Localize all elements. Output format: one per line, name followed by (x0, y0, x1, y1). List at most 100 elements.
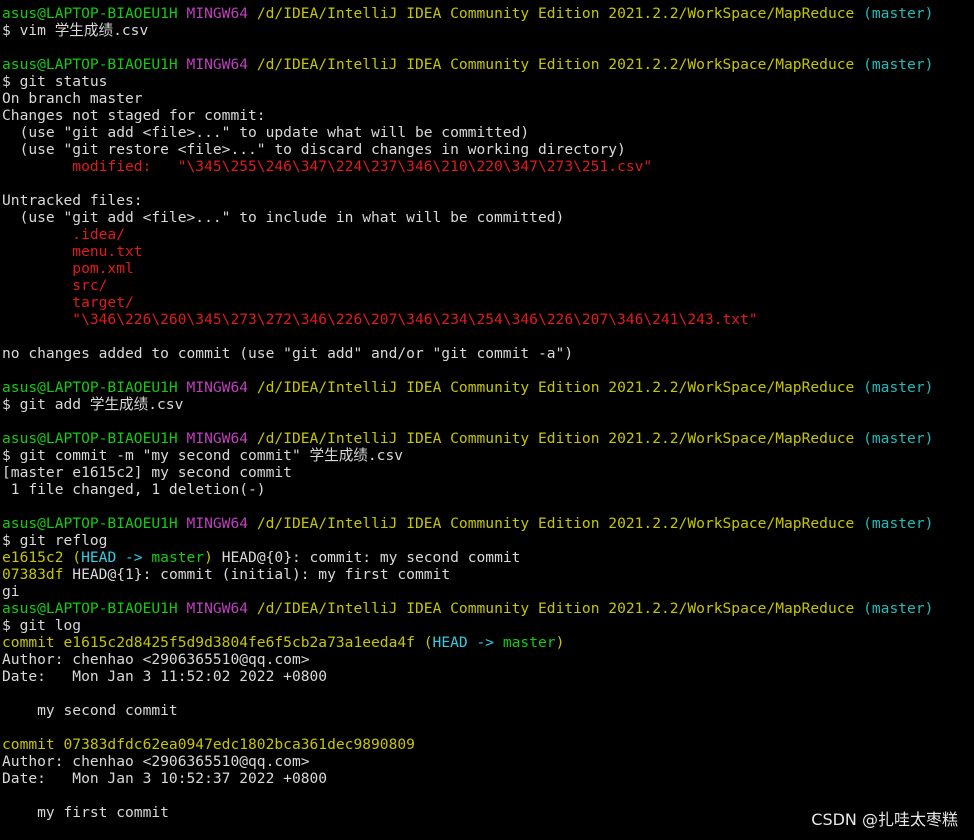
text-segment: $ git log (2, 617, 82, 634)
prompt-user-host: asus@LAPTOP-BIAOEU1H (2, 600, 178, 617)
output-line: On branch master (2, 90, 974, 107)
output-line: "\346\226\260\345\273\272\346\226\207\34… (2, 311, 974, 328)
text-segment: (use "git restore <file>..." to discard … (2, 141, 626, 158)
output-line: .idea/ (2, 226, 974, 243)
text-segment: .idea/ (2, 226, 126, 243)
text-segment: Date: Mon Jan 3 10:52:37 2022 +0800 (2, 770, 328, 787)
text-segment: no changes added to commit (use "git add… (2, 345, 574, 362)
prompt-system: MINGW64 (186, 56, 249, 73)
output-line: Date: Mon Jan 3 10:52:37 2022 +0800 (2, 770, 974, 787)
prompt-path: /d/IDEA/IntelliJ IDEA Community Edition … (256, 56, 855, 73)
csdn-watermark: CSDN @扎哇太枣糕 (811, 810, 958, 829)
text-segment: $ git reflog (2, 532, 108, 549)
text-segment: master (502, 634, 556, 651)
text-segment: master (151, 549, 205, 566)
text-segment: commit e1615c2d8425f5d9d3804fe6f5cb2a73a… (2, 634, 424, 651)
prompt-branch: (master) (863, 430, 934, 447)
shell-prompt: asus@LAPTOP-BIAOEU1H MINGW64 /d/IDEA/Int… (2, 430, 974, 447)
text-segment: $ git add 学生成绩.csv (2, 396, 184, 413)
text-segment: $ git status (2, 73, 108, 90)
shell-prompt: asus@LAPTOP-BIAOEU1H MINGW64 /d/IDEA/Int… (2, 5, 974, 22)
prompt-user-host: asus@LAPTOP-BIAOEU1H (2, 515, 178, 532)
output-line: $ git log (2, 617, 974, 634)
shell-prompt: asus@LAPTOP-BIAOEU1H MINGW64 /d/IDEA/Int… (2, 379, 974, 396)
output-line: $ git reflog (2, 532, 974, 549)
prompt-system: MINGW64 (186, 600, 249, 617)
output-line: [master e1615c2] my second commit (2, 464, 974, 481)
text-segment: HEAD -> (81, 549, 152, 566)
text-segment: src/ (2, 277, 108, 294)
prompt-user-host: asus@LAPTOP-BIAOEU1H (2, 430, 178, 447)
text-segment: 07383df (2, 566, 73, 583)
text-segment: my first commit (2, 804, 169, 821)
text-segment: menu.txt (2, 243, 143, 260)
output-line: src/ (2, 277, 974, 294)
output-line: commit 07383dfdc62ea0947edc1802bca361dec… (2, 736, 974, 753)
text-segment: ) (204, 549, 213, 566)
output-line: modified: "\345\255\246\347\224\237\346\… (2, 158, 974, 175)
output-line: $ git commit -m "my second commit" 学生成绩.… (2, 447, 974, 464)
prompt-branch: (master) (863, 379, 934, 396)
output-line: commit e1615c2d8425f5d9d3804fe6f5cb2a73a… (2, 634, 974, 651)
output-line: Author: chenhao <2906365510@qq.com> (2, 753, 974, 770)
text-segment: ( (72, 549, 82, 566)
prompt-branch: (master) (863, 515, 934, 532)
prompt-user-host: asus@LAPTOP-BIAOEU1H (2, 379, 178, 396)
text-segment: $ git commit -m "my second commit" 学生成绩.… (2, 447, 404, 464)
output-line: gi (2, 583, 974, 600)
text-segment: Changes not staged for commit: (2, 107, 266, 124)
terminal-output[interactable]: asus@LAPTOP-BIAOEU1H MINGW64 /d/IDEA/Int… (2, 5, 974, 821)
output-line: (use "git add <file>..." to update what … (2, 124, 974, 141)
text-segment: Author: chenhao <2906365510@qq.com> (2, 651, 310, 668)
text-segment: ( (423, 634, 433, 651)
output-line: menu.txt (2, 243, 974, 260)
output-line: pom.xml (2, 260, 974, 277)
prompt-system: MINGW64 (186, 5, 249, 22)
prompt-path: /d/IDEA/IntelliJ IDEA Community Edition … (256, 5, 855, 22)
output-line: $ vim 学生成绩.csv (2, 22, 974, 39)
prompt-branch: (master) (863, 5, 934, 22)
output-line: 07383df HEAD@{1}: commit (initial): my f… (2, 566, 974, 583)
text-segment: [master e1615c2] my second commit (2, 464, 292, 481)
text-segment: Date: Mon Jan 3 11:52:02 2022 +0800 (2, 668, 328, 685)
output-line: Changes not staged for commit: (2, 107, 974, 124)
text-segment: Author: chenhao <2906365510@qq.com> (2, 753, 310, 770)
prompt-branch: (master) (863, 56, 934, 73)
prompt-path: /d/IDEA/IntelliJ IDEA Community Edition … (256, 600, 855, 617)
text-segment: gi (2, 583, 20, 600)
text-segment: my second commit (2, 702, 178, 719)
output-line: $ git status (2, 73, 974, 90)
output-line: Date: Mon Jan 3 11:52:02 2022 +0800 (2, 668, 974, 685)
text-segment: target/ (2, 294, 134, 311)
prompt-system: MINGW64 (186, 515, 249, 532)
text-segment: commit 07383dfdc62ea0947edc1802bca361dec… (2, 736, 415, 753)
prompt-path: /d/IDEA/IntelliJ IDEA Community Edition … (256, 379, 855, 396)
output-line: (use "git restore <file>..." to discard … (2, 141, 974, 158)
prompt-path: /d/IDEA/IntelliJ IDEA Community Edition … (256, 430, 855, 447)
output-line: Untracked files: (2, 192, 974, 209)
output-line: Author: chenhao <2906365510@qq.com> (2, 651, 974, 668)
output-line: $ git add 学生成绩.csv (2, 396, 974, 413)
text-segment: e1615c2 (2, 549, 73, 566)
text-segment: ) (555, 634, 565, 651)
text-segment: HEAD@{1}: commit (initial): my first com… (72, 566, 451, 583)
text-segment: Untracked files: (2, 192, 143, 209)
text-segment: On branch master (2, 90, 143, 107)
shell-prompt: asus@LAPTOP-BIAOEU1H MINGW64 /d/IDEA/Int… (2, 515, 974, 532)
text-segment: (use "git add <file>..." to include in w… (2, 209, 565, 226)
text-segment: HEAD@{0}: commit: my second commit (212, 549, 521, 566)
text-segment: (use "git add <file>..." to update what … (2, 124, 530, 141)
text-segment: HEAD -> (432, 634, 503, 651)
prompt-path: /d/IDEA/IntelliJ IDEA Community Edition … (256, 515, 855, 532)
output-line: target/ (2, 294, 974, 311)
output-line: (use "git add <file>..." to include in w… (2, 209, 974, 226)
